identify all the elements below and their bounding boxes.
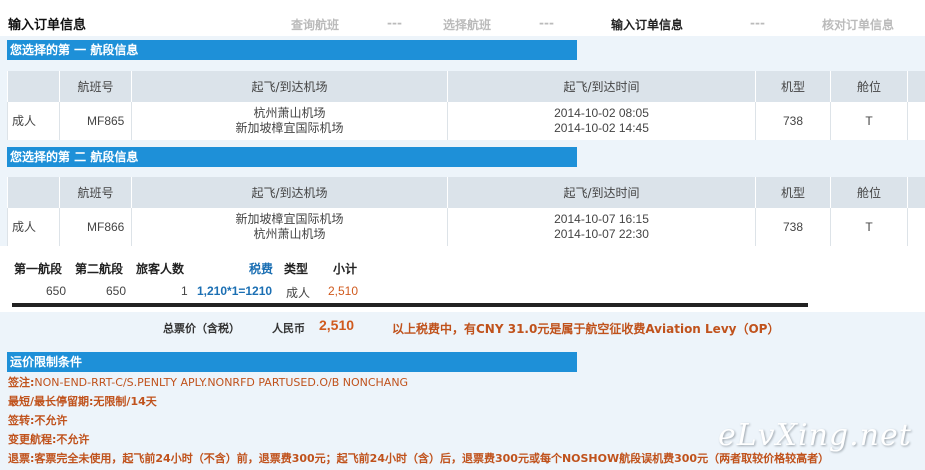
- col-times: 起飞/到达时间: [447, 71, 756, 102]
- airports-cell: 新加坡樟宜国际机场 杭州萧山机场: [131, 208, 448, 246]
- col-times: 起飞/到达时间: [447, 177, 756, 208]
- step-separator: ---: [539, 16, 554, 30]
- times-cell: 2014-10-02 08:05 2014-10-02 14:45: [447, 102, 756, 140]
- segment2-header: 您选择的第 二 航段信息: [7, 147, 577, 167]
- tax-header[interactable]: 税费: [249, 260, 273, 277]
- rule-transfer: 签转:不允许: [8, 412, 67, 428]
- seg2-fare: 650: [106, 284, 127, 298]
- rule-label: 签转:: [8, 414, 35, 427]
- cabin-class: T: [830, 208, 908, 246]
- aircraft-type: 738: [755, 208, 831, 246]
- fare-rules-header: 运价限制条件: [7, 352, 577, 372]
- total-price-label: 总票价（含税）: [163, 322, 240, 335]
- table-header-row: 航班号 起飞/到达机场 起飞/到达时间 机型 舱位: [7, 71, 925, 102]
- segment1-table: 航班号 起飞/到达机场 起飞/到达时间 机型 舱位 成人 MF865 杭州萧山机…: [7, 71, 925, 140]
- col-airports: 起飞/到达机场: [131, 177, 448, 208]
- times-cell: 2014-10-07 16:15 2014-10-07 22:30: [447, 208, 756, 246]
- pax-count: 1: [181, 284, 188, 298]
- rule-stay: 最短/最长停留期:无限制/14天: [8, 393, 157, 409]
- step-separator: ---: [387, 16, 402, 30]
- step-search-flight: 查询航班: [291, 18, 340, 32]
- arrival-time: 2014-10-02 14:45: [554, 121, 649, 135]
- subtotal-value: 2,510: [328, 284, 359, 298]
- rule-value: 客票完全未使用，起飞前24小时（不含）前，退票费300元；起飞前24小时（含）后…: [34, 452, 830, 465]
- departure-time: 2014-10-07 16:15: [554, 212, 649, 226]
- summary-divider: [12, 303, 808, 307]
- arrival-time: 2014-10-07 22:30: [554, 227, 649, 241]
- departure-airport: 新加坡樟宜国际机场: [235, 212, 344, 226]
- seg1-fare: 650: [46, 284, 67, 298]
- rule-label: 变更航程:: [8, 433, 57, 446]
- col-cabin: 舱位: [830, 71, 908, 102]
- rule-refund: 退票:客票完全未使用，起飞前24小时（不含）前，退票费300元；起飞前24小时（…: [8, 450, 925, 470]
- rule-change: 变更航程:不允许: [8, 431, 89, 447]
- type-header: 类型: [284, 262, 309, 276]
- pax-count-header: 旅客人数: [136, 262, 185, 276]
- col-cabin: 舱位: [830, 177, 908, 208]
- segment1-header: 您选择的第 一 航段信息: [7, 40, 577, 60]
- segment2-table: 航班号 起飞/到达机场 起飞/到达时间 机型 舱位 成人 MF866 新加坡樟宜…: [7, 177, 925, 246]
- cabin-class: T: [830, 102, 908, 140]
- tax-note: 以上税费中，有CNY 31.0元是属于航空征收费Aviation Levy（OP…: [392, 322, 780, 336]
- subtotal-header: 小计: [333, 262, 358, 276]
- rule-label: 退票:: [8, 452, 35, 465]
- col-aircraft: 机型: [755, 177, 831, 208]
- step-verify-order: 核对订单信息: [822, 18, 895, 32]
- departure-time: 2014-10-02 08:05: [554, 106, 649, 120]
- table-row: 成人 MF865 杭州萧山机场 新加坡樟宜国际机场 2014-10-02 08:0…: [7, 102, 925, 140]
- col-spacer: [907, 71, 925, 102]
- col-spacer: [907, 177, 925, 208]
- step-enter-order: 输入订单信息: [611, 18, 684, 32]
- airports-cell: 杭州萧山机场 新加坡樟宜国际机场: [131, 102, 448, 140]
- seg2-fare-header: 第二航段: [75, 262, 124, 276]
- flight-number: MF865: [59, 102, 132, 140]
- table-header-row: 航班号 起飞/到达机场 起飞/到达时间 机型 舱位: [7, 177, 925, 208]
- rule-value: NON-END-RRT-C/S.PENLTY APLY.NONRFD PARTU…: [34, 376, 409, 389]
- flight-number: MF866: [59, 208, 132, 246]
- step-separator: ---: [750, 16, 765, 30]
- spacer-cell: [907, 208, 925, 246]
- rule-value: 不允许: [34, 414, 68, 427]
- aircraft-type: 738: [755, 102, 831, 140]
- rule-value: 无限制/14天: [93, 395, 157, 408]
- watermark: eLvXing.net: [718, 418, 912, 453]
- col-aircraft: 机型: [755, 71, 831, 102]
- seg1-fare-header: 第一航段: [14, 262, 63, 276]
- rule-label: 签注:: [8, 376, 35, 389]
- spacer-cell: [907, 102, 925, 140]
- step-select-flight: 选择航班: [443, 18, 492, 32]
- arrival-airport: 新加坡樟宜国际机场: [235, 121, 344, 135]
- total-amount: 2,510: [319, 317, 355, 333]
- passenger-type: 成人: [286, 286, 311, 300]
- passenger-type: 成人: [7, 102, 60, 140]
- currency-label: 人民币: [272, 322, 305, 335]
- rule-endorsement: 签注:NON-END-RRT-C/S.PENLTY APLY.NONRFD PA…: [8, 374, 408, 390]
- col-passenger: [7, 71, 60, 102]
- departure-airport: 杭州萧山机场: [253, 106, 326, 120]
- rule-label: 最短/最长停留期:: [8, 395, 94, 408]
- passenger-type: 成人: [7, 208, 60, 246]
- page-title: 输入订单信息: [8, 18, 87, 33]
- col-flight-no: 航班号: [59, 71, 132, 102]
- rule-value: 不允许: [56, 433, 90, 446]
- col-flight-no: 航班号: [59, 177, 132, 208]
- col-airports: 起飞/到达机场: [131, 71, 448, 102]
- table-row: 成人 MF866 新加坡樟宜国际机场 杭州萧山机场 2014-10-07 16:1…: [7, 208, 925, 246]
- tax-calculation: 1,210*1=1210: [197, 284, 273, 298]
- col-passenger: [7, 177, 60, 208]
- arrival-airport: 杭州萧山机场: [253, 227, 326, 241]
